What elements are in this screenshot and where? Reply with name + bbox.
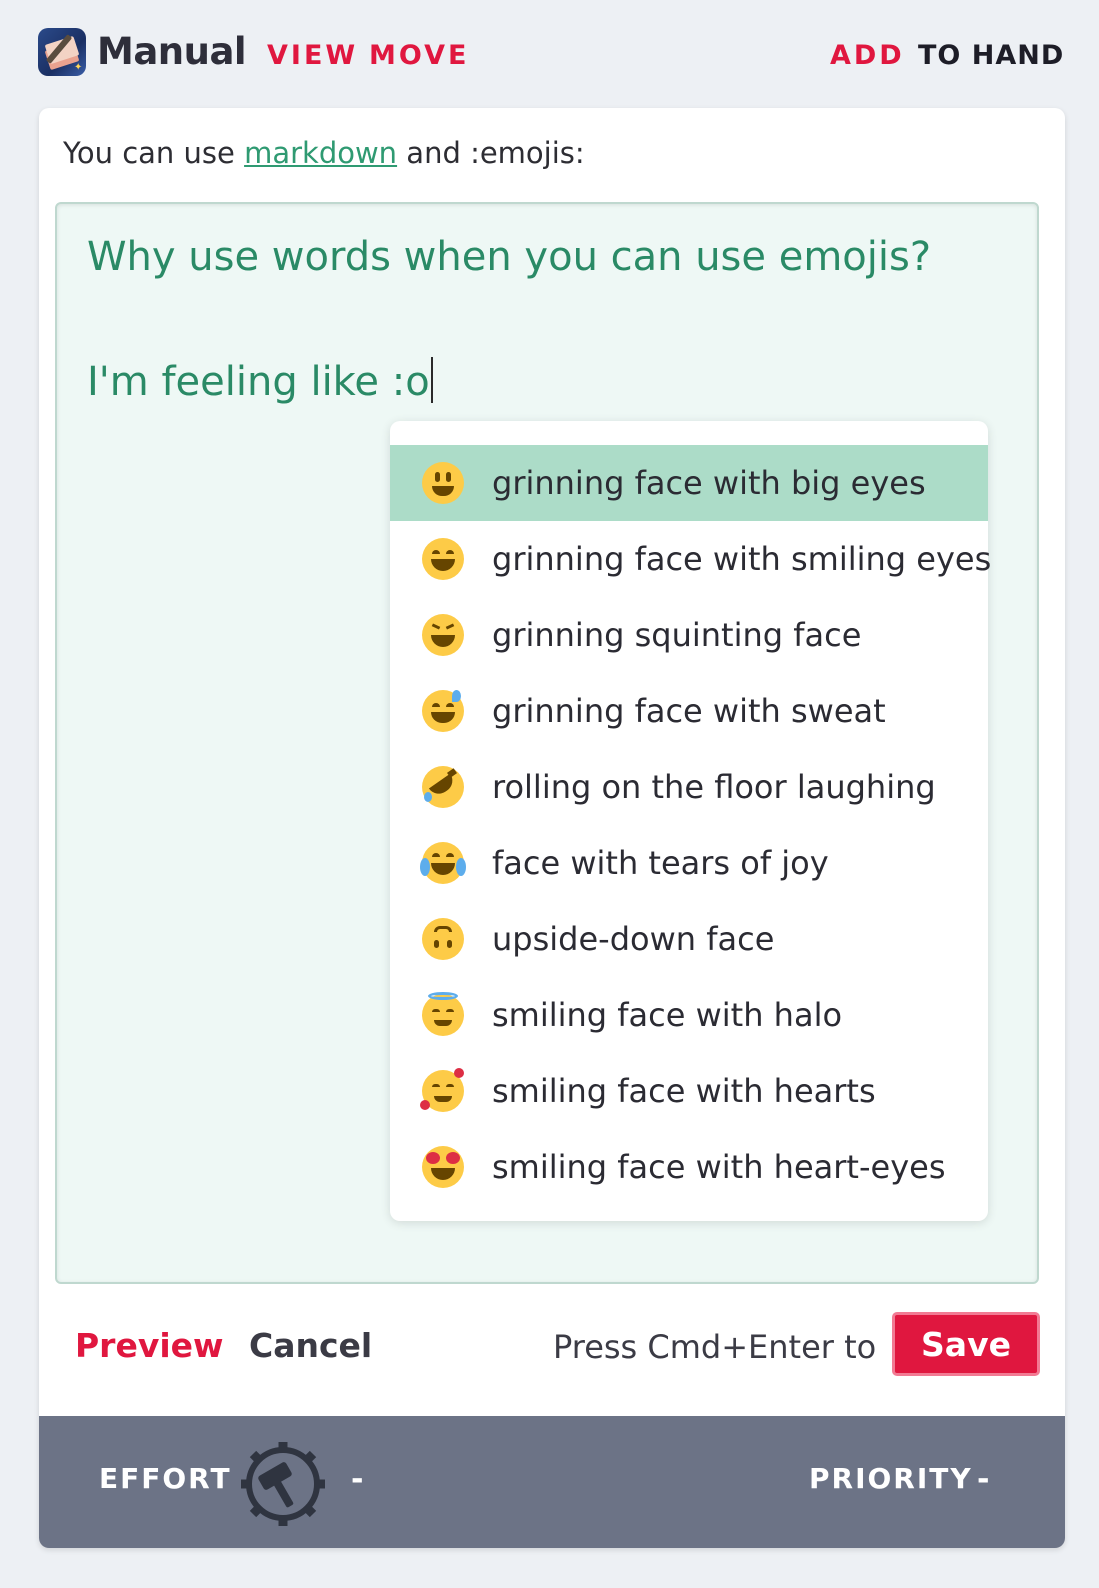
emoji-suggestion-label: grinning face with smiling eyes [492, 540, 992, 578]
hint-prefix: You can use [63, 136, 235, 170]
emoji-autocomplete: grinning face with big eyes grinning face… [390, 421, 992, 1221]
grinning-face-with-big-eyes-icon [422, 462, 464, 504]
effort-label: EFFORT [99, 1462, 232, 1495]
editor-line-1: Why use words when you can use emojis? [87, 234, 932, 280]
emoji-suggestion-item[interactable]: grinning face with big eyes [390, 445, 988, 521]
card-footer: EFFORT - PRIORITY - [39, 1416, 1065, 1548]
app-title[interactable]: Manual [97, 30, 247, 73]
emoji-suggestion-item[interactable]: upside-down face [390, 901, 988, 977]
emoji-suggestion-item[interactable]: rolling on the floor laughing [390, 749, 988, 825]
markdown-link[interactable]: markdown [244, 136, 397, 170]
rolling-on-floor-laughing-icon [422, 766, 464, 808]
emoji-suggestion-label: face with tears of joy [492, 844, 829, 882]
markdown-hint: You can use markdown and :emojis: [63, 136, 585, 170]
emoji-suggestion-item[interactable]: face with tears of joy [390, 825, 988, 901]
emoji-suggestion-item[interactable]: grinning face with sweat [390, 673, 988, 749]
emoji-suggestion-label: upside-down face [492, 920, 775, 958]
emoji-suggestion-label: grinning squinting face [492, 616, 862, 654]
emoji-suggestion-label: rolling on the floor laughing [492, 768, 936, 806]
upside-down-face-icon [422, 918, 464, 960]
hint-suffix: and :emojis: [406, 136, 585, 170]
nav-view[interactable]: VIEW [267, 40, 358, 71]
save-button[interactable]: Save [892, 1312, 1040, 1376]
smiling-face-with-hearts-icon [420, 1068, 464, 1112]
hammer-gear-icon[interactable] [237, 1438, 329, 1530]
emoji-suggestion-item[interactable]: grinning squinting face [390, 597, 988, 673]
grinning-face-with-smiling-eyes-icon [422, 538, 464, 580]
emoji-suggestion-item[interactable]: smiling face with halo [390, 977, 988, 1053]
grinning-squinting-face-icon [422, 614, 464, 656]
priority-label: PRIORITY [809, 1462, 973, 1495]
smiling-face-with-heart-eyes-icon [422, 1146, 464, 1188]
emoji-suggestion-item[interactable]: smiling face with hearts [390, 1053, 988, 1129]
emoji-suggestion-label: grinning face with big eyes [492, 464, 926, 502]
emoji-suggestion-item[interactable]: smiling face with heart-eyes [390, 1129, 988, 1205]
nav-add[interactable]: ADD [830, 40, 905, 71]
emoji-suggestion-label: smiling face with halo [492, 996, 843, 1034]
effort-value[interactable]: - [351, 1462, 363, 1497]
editor-line-2-text: I'm feeling like :o [87, 359, 430, 405]
notebook-pen-icon[interactable]: ✦ [38, 28, 86, 76]
grinning-face-with-sweat-icon [422, 690, 464, 732]
text-caret [430, 357, 433, 403]
action-bar: Preview Cancel Press Cmd+Enter to Save [39, 1312, 1065, 1398]
preview-button[interactable]: Preview [75, 1326, 224, 1365]
priority-value[interactable]: - [977, 1462, 989, 1497]
nav-move[interactable]: MOVE [369, 40, 469, 71]
emoji-suggestion-label: smiling face with heart-eyes [492, 1148, 946, 1186]
top-bar: ✦ Manual VIEW MOVE ADD TO HAND [0, 0, 1099, 108]
shortcut-hint: Press Cmd+Enter to [553, 1328, 877, 1366]
cancel-button[interactable]: Cancel [249, 1326, 372, 1365]
smiling-face-with-halo-icon [422, 992, 464, 1036]
emoji-suggestion-item[interactable]: grinning face with smiling eyes [390, 521, 992, 597]
editor-line-2: I'm feeling like :o [87, 357, 433, 405]
nav-to-hand[interactable]: TO HAND [918, 40, 1064, 71]
face-with-tears-of-joy-icon [420, 842, 466, 884]
emoji-suggestion-label: grinning face with sweat [492, 692, 886, 730]
emoji-suggestion-label: smiling face with hearts [492, 1072, 876, 1110]
